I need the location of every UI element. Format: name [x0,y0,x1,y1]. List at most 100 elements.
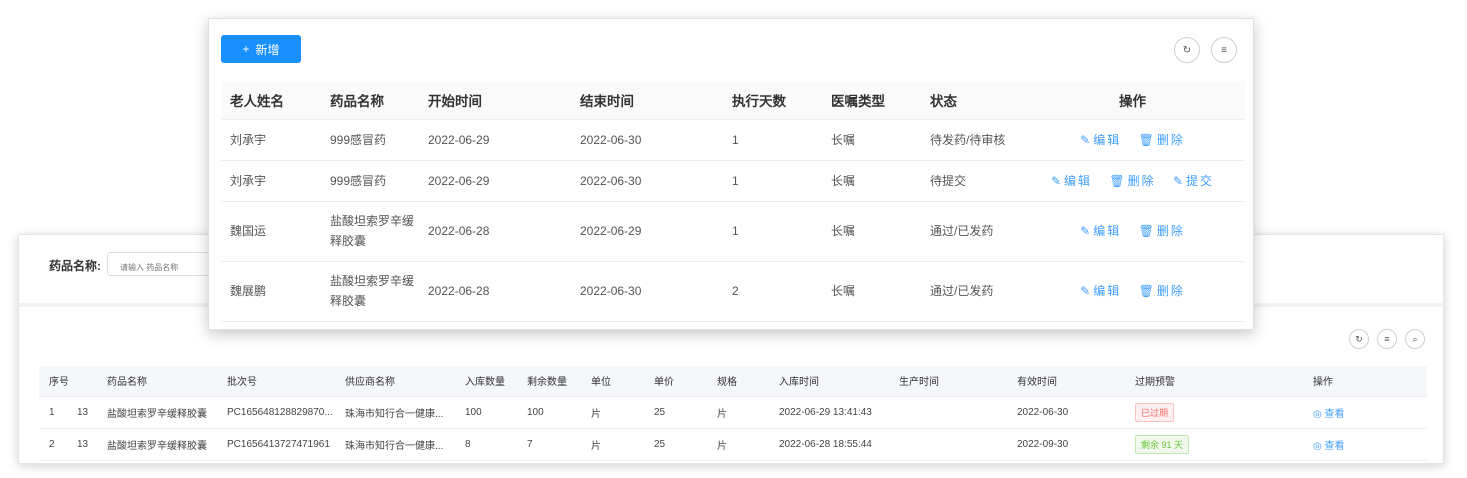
refresh-icon[interactable]: ↻ [1174,37,1200,63]
in-time: 2022-06-28 18:55:44 [769,428,889,461]
spec: 片 [707,428,769,461]
left-qty: 100 [517,396,581,429]
col-header: 药品名称 [321,81,419,120]
eye-icon: ◎ [1313,408,1325,420]
exec-days: 1 [723,119,822,161]
unit: 片 [581,396,644,429]
table-row: 2 13 盐酸坦索罗辛缓释胶囊 PC1656413727471961 珠海市知行… [39,428,1427,461]
drug-name-input[interactable] [107,252,217,276]
drug-name: 盐酸坦索罗辛缓释胶囊 [97,396,217,429]
edit-button[interactable]: ✎ 编辑 [1051,174,1092,188]
refresh-icon[interactable]: ↻ [1349,329,1369,349]
col-header: 开始时间 [419,81,571,120]
submit-button[interactable]: ✎ 提交 [1173,174,1214,188]
delete-button[interactable]: 🗑︎ 删除 [1139,133,1185,147]
edit-label: 编辑 [1093,284,1122,298]
unit: 片 [581,428,644,461]
col-header: 规格 [707,366,769,397]
delete-button[interactable]: 🗑︎ 删除 [1109,174,1155,188]
row-index: 2 [39,428,67,461]
settings-icon[interactable]: ≡ [1377,329,1397,349]
batch-no: PC165648128829870... [217,396,335,429]
view-link[interactable]: ◎ 查看 [1313,409,1345,420]
delete-button[interactable]: 🗑︎ 删除 [1139,284,1185,298]
view-link[interactable]: ◎ 查看 [1313,441,1345,452]
drug-name: 盐酸坦索罗辛缓释胶囊 [321,201,419,262]
table-row: 魏国运 盐酸坦索罗辛缓释胶囊 2022-06-28 2022-06-29 1 长… [221,201,1245,262]
col-header: 批次号 [217,366,335,397]
start-date: 2022-06-29 [419,119,571,161]
col-header: 入库数量 [455,366,517,397]
end-date: 2022-06-29 [571,201,723,262]
end-date: 2022-06-30 [571,119,723,161]
col-header: 单价 [644,366,707,397]
elder-name: 魏国运 [221,201,321,262]
in-qty: 100 [455,396,517,429]
trash-icon: 🗑︎ [1138,284,1154,298]
table-row: 刘承宇 999感冒药 2022-06-29 2022-06-30 1 长嘱 待发… [221,119,1245,161]
search-icon[interactable]: ⌕ [1405,329,1425,349]
delete-label: 删除 [1156,284,1185,298]
edit-icon: ✎ [1172,173,1184,188]
col-header: 剩余数量 [517,366,581,397]
edit-button[interactable]: ✎ 编辑 [1080,133,1121,147]
col-header: 有效时间 [1007,366,1125,397]
order-type: 长嘱 [822,160,921,202]
order-status: 通过/已发药 [921,261,1020,322]
expire-date: 2022-06-30 [1007,396,1125,429]
table-header-row: 老人姓名 药品名称 开始时间 结束时间 执行天数 医嘱类型 状态 操作 [221,81,1245,120]
trash-icon: 🗑︎ [1109,173,1125,188]
drug-name: 999感冒药 [321,160,419,202]
inventory-toolbar: ↻ ≡ ⌕ [1349,329,1425,349]
batch-no: PC1656413727471961 [217,428,335,461]
edit-button[interactable]: ✎ 编辑 [1080,224,1121,238]
drug-name: 盐酸坦索罗辛缓释胶囊 [97,428,217,461]
delete-button[interactable]: 🗑︎ 删除 [1139,224,1185,238]
row-id: 13 [67,396,97,429]
order-status: 待提交 [921,160,1020,202]
supplier: 珠海市知行合一健康... [335,428,455,461]
edit-icon: ✎ [1080,132,1091,147]
table-header-row: 序号 药品名称 批次号 供应商名称 入库数量 剩余数量 单位 单价 规格 入库时… [39,366,1427,397]
trash-icon: 🗑︎ [1138,132,1154,147]
edit-icon: ✎ [1050,173,1062,188]
plus-icon: + [242,42,250,56]
add-label: 新增 [255,42,280,57]
col-header: 入库时间 [769,366,889,397]
supplier: 珠海市知行合一健康... [335,396,455,429]
start-date: 2022-06-29 [419,160,571,202]
filter-label: 药品名称: [49,259,101,273]
start-date: 2022-06-28 [419,261,571,322]
elder-name: 刘承宇 [221,119,321,161]
start-date: 2022-06-28 [419,201,571,262]
price: 25 [644,396,707,429]
order-type: 长嘱 [822,201,921,262]
col-header: 操作 [1303,366,1427,397]
orders-table: 老人姓名 药品名称 开始时间 结束时间 执行天数 医嘱类型 状态 操作 刘承宇 … [221,81,1245,322]
orders-panel: + 新增 ↻ ≡ 老人姓名 药品名称 开始时间 结束时间 执行天数 医嘱类型 状… [208,18,1254,330]
col-header: 结束时间 [571,81,723,120]
submit-label: 提交 [1186,173,1215,188]
settings-icon[interactable]: ≡ [1211,37,1237,63]
delete-label: 删除 [1127,173,1156,188]
screen: 药品名称: ↻ ≡ ⌕ 序号 药品名称 批次号 供应商名称 入库数量 [0,0,1467,478]
view-label: 查看 [1324,440,1345,452]
table-row: 魏展鹏 盐酸坦索罗辛缓释胶囊 2022-06-28 2022-06-30 2 长… [221,261,1245,322]
exec-days: 1 [723,160,822,202]
edit-label: 编辑 [1064,173,1093,188]
orders-toolbar: ↻ ≡ [1174,37,1237,63]
col-header: 药品名称 [97,366,217,397]
exec-days: 1 [723,201,822,262]
row-index: 1 [39,396,67,429]
price: 25 [644,428,707,461]
expire-date: 2022-09-30 [1007,428,1125,461]
edit-icon: ✎ [1080,284,1091,298]
end-date: 2022-06-30 [571,160,723,202]
add-button[interactable]: + 新增 [221,35,301,63]
col-header: 医嘱类型 [822,81,921,120]
table-row: 刘承宇 999感冒药 2022-06-29 2022-06-30 1 长嘱 待提… [221,160,1245,202]
elder-name: 刘承宇 [221,160,321,202]
col-header: 过期预警 [1125,366,1303,397]
edit-button[interactable]: ✎ 编辑 [1080,284,1121,298]
end-date: 2022-06-30 [571,261,723,322]
